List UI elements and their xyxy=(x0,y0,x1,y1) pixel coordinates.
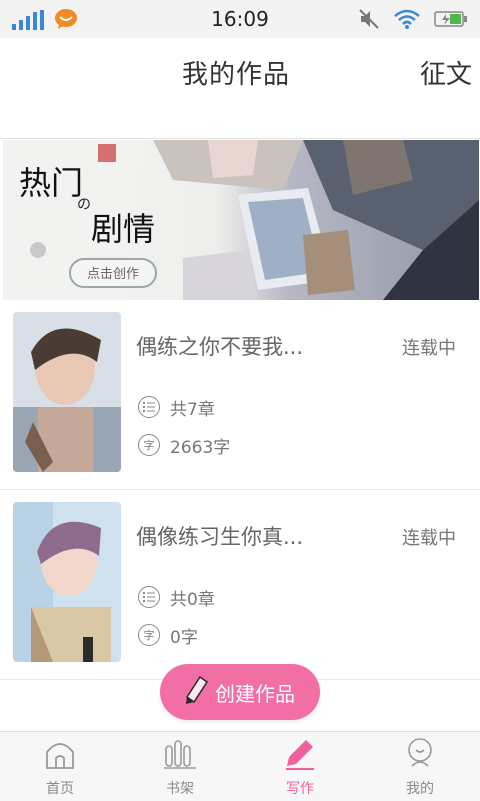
word-count: 0字 xyxy=(170,627,198,648)
word-count-row: 字 2663字 xyxy=(138,433,231,458)
contest-tab[interactable]: 征文 xyxy=(420,54,472,91)
work-title: 偶练之你不要我... xyxy=(136,335,304,359)
tab-bookshelf[interactable]: 书架 xyxy=(120,732,240,801)
word-count-row: 字 0字 xyxy=(138,623,198,648)
work-title: 偶像练习生你真... xyxy=(136,525,304,549)
tab-profile[interactable]: 我的 xyxy=(360,732,480,801)
tab-home-label: 首页 xyxy=(46,781,74,797)
work-list-item[interactable]: 偶像练习生你真... 连载中 共0章 字 0字 xyxy=(0,490,480,680)
chapter-count-row: 共0章 xyxy=(138,585,215,610)
status-right xyxy=(358,8,468,34)
tab-bookshelf-label: 书架 xyxy=(166,781,194,797)
create-work-button[interactable]: 创建作品 xyxy=(160,664,320,720)
banner-headline-plot: 剧情 xyxy=(91,210,156,248)
pencil-icon xyxy=(185,675,209,710)
banner-create-button[interactable]: 点击创作 xyxy=(69,258,157,288)
wifi-icon xyxy=(394,9,420,33)
chapter-count: 共7章 xyxy=(170,399,215,420)
work-cover-image xyxy=(13,312,121,472)
work-cover-image xyxy=(13,502,121,662)
create-work-label: 创建作品 xyxy=(215,681,295,706)
work-list-item[interactable]: 偶练之你不要我... 连载中 共7章 字 2663字 xyxy=(0,300,480,490)
header-divider xyxy=(0,138,480,139)
chapter-count: 共0章 xyxy=(170,589,215,610)
promo-banner[interactable]: 热门 の 剧情 点击创作 xyxy=(3,140,479,300)
bookshelf-icon xyxy=(163,738,197,774)
list-icon xyxy=(138,586,160,608)
work-status-badge: 连载中 xyxy=(402,338,456,359)
tab-write[interactable]: 写作 xyxy=(240,732,360,801)
tab-write-label: 写作 xyxy=(286,781,314,797)
work-status-badge: 连载中 xyxy=(402,528,456,549)
tab-profile-label: 我的 xyxy=(406,781,434,797)
home-icon xyxy=(44,738,76,774)
profile-icon xyxy=(405,738,435,774)
tab-home[interactable]: 首页 xyxy=(0,732,120,801)
battery-icon xyxy=(434,10,468,32)
banner-connector: の xyxy=(77,197,91,213)
pen-icon xyxy=(284,738,316,774)
banner-headline-hot: 热门 xyxy=(19,164,84,202)
mute-icon xyxy=(358,8,380,34)
chapter-count-row: 共7章 xyxy=(138,395,215,420)
status-bar: 16:09 xyxy=(0,0,480,39)
list-icon xyxy=(138,396,160,418)
word-count: 2663字 xyxy=(170,437,231,458)
page-title: 我的作品 xyxy=(182,60,291,90)
character-icon: 字 xyxy=(138,624,160,646)
bottom-tab-bar: 首页 书架 写作 我的 xyxy=(0,731,480,801)
character-icon: 字 xyxy=(138,434,160,456)
